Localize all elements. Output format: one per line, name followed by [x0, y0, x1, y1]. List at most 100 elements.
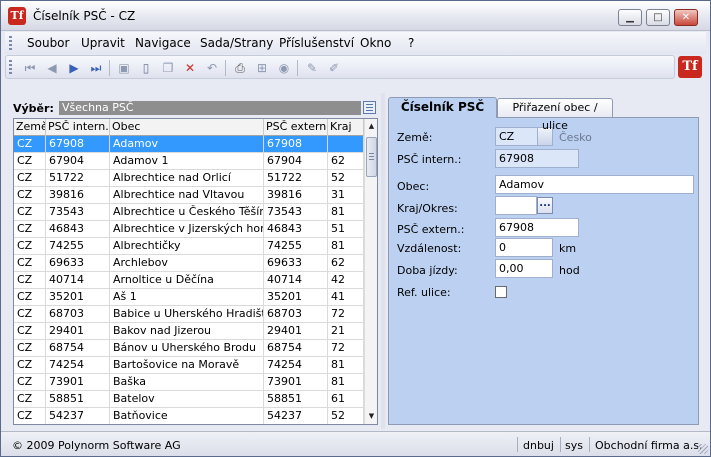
scroll-down-icon[interactable]: ▼ [365, 410, 377, 423]
menu-upravit[interactable]: Upravit [81, 36, 125, 50]
delete-icon[interactable]: ✕ [182, 60, 198, 76]
window-title: Číselník PSČ - CZ [33, 9, 136, 23]
cell-psc-extern: 74255 [264, 238, 328, 254]
pane-splitter[interactable] [381, 93, 385, 429]
cell-kraj: 21 [328, 323, 364, 339]
column-header-zeme[interactable]: Země [14, 119, 46, 136]
cell-obec: Bakov nad Jizerou [110, 323, 264, 339]
status-company: Obchodní firma a.s. [595, 439, 703, 452]
menu-navigace[interactable]: Navigace [135, 36, 191, 50]
menu-sada-strany[interactable]: Sada/Strany [200, 36, 273, 50]
kraj-okres-field[interactable] [495, 196, 537, 215]
cell-psc-extern: 46843 [264, 221, 328, 237]
undo-icon[interactable]: ↶ [204, 60, 220, 76]
table-row[interactable]: CZ 74255 Albrechtičky 74255 81 [14, 238, 364, 255]
doba-jizdy-field[interactable]: 0,00 [495, 259, 553, 278]
edit-off-icon[interactable]: ✐ [326, 60, 342, 76]
kraj-lookup-button[interactable]: ... [537, 197, 553, 214]
vzdalenost-label: Vzdálenost: [397, 242, 462, 255]
doba-jizdy-unit: hod [559, 264, 580, 277]
cell-zeme: CZ [14, 374, 46, 390]
tree-icon[interactable]: ⊞ [254, 60, 270, 76]
print-icon[interactable]: ⎙ [232, 60, 248, 76]
grid-scrollbar[interactable]: ▲ ▼ [364, 119, 377, 424]
last-icon[interactable]: ⏭ [88, 60, 104, 76]
vzdalenost-field[interactable]: 0 [495, 238, 553, 257]
tab-ciselnik-psc[interactable]: Číselník PSČ [388, 97, 497, 118]
column-header-obec[interactable]: Obec [110, 119, 264, 136]
toolbar-grip-icon[interactable] [9, 60, 12, 74]
table-row[interactable]: CZ 68754 Bánov u Uherského Brodu 68754 72 [14, 340, 364, 357]
cell-psc-intern: 58851 [46, 391, 110, 407]
table-row[interactable]: CZ 58851 Batelov 58851 61 [14, 391, 364, 408]
minimize-button[interactable]: ▁ [618, 9, 642, 26]
status-separator [517, 437, 518, 452]
menu-prislusenstvi[interactable]: Příslušenství [279, 36, 354, 50]
cell-zeme: CZ [14, 408, 46, 424]
copy-icon[interactable]: ❐ [160, 60, 176, 76]
cell-obec: Batňovice [110, 408, 264, 424]
table-row[interactable]: CZ 51722 Albrechtice nad Orlicí 51722 52 [14, 170, 364, 187]
table-row[interactable]: CZ 69633 Archlebov 69633 62 [14, 255, 364, 272]
filter-list-icon[interactable] [363, 101, 376, 114]
column-header-kraj[interactable]: Kraj [328, 119, 364, 136]
cell-psc-intern: 67904 [46, 153, 110, 169]
cell-psc-intern: 51722 [46, 170, 110, 186]
ref-ulice-checkbox[interactable] [495, 286, 507, 298]
table-row[interactable]: CZ 54237 Batňovice 54237 52 [14, 408, 364, 424]
psc-extern-field[interactable]: 67908 [495, 218, 579, 237]
grid-rows: CZ 67908 Adamov 67908 CZ 67904 Adamov 1 67904 62… [14, 136, 364, 424]
psc-intern-field[interactable]: 67908 [495, 149, 579, 168]
menu-help[interactable]: ? [408, 36, 414, 50]
cell-kraj: 52 [328, 170, 364, 186]
cell-kraj: 72 [328, 340, 364, 356]
cell-psc-extern: 67904 [264, 153, 328, 169]
cell-psc-intern: 40714 [46, 272, 110, 288]
cell-psc-extern: 68703 [264, 306, 328, 322]
menu-soubor[interactable]: Soubor [27, 36, 69, 50]
maximize-button[interactable]: □ [646, 9, 670, 26]
cell-psc-intern: 35201 [46, 289, 110, 305]
scroll-up-icon[interactable]: ▲ [365, 120, 377, 133]
menu-grip-icon[interactable] [9, 36, 12, 50]
new-icon[interactable]: ▯ [138, 60, 154, 76]
filter-field[interactable]: Všechna PSČ [59, 101, 361, 115]
save-icon[interactable]: ▣ [116, 60, 132, 76]
cell-obec: Albrechtice nad Vltavou [110, 187, 264, 203]
table-row[interactable]: CZ 39816 Albrechtice nad Vltavou 39816 31 [14, 187, 364, 204]
next-icon[interactable]: ▶ [66, 60, 82, 76]
refresh-icon[interactable]: ◉ [276, 60, 292, 76]
close-button[interactable]: ✕ [674, 9, 698, 26]
table-row[interactable]: CZ 35201 Aš 1 35201 41 [14, 289, 364, 306]
table-row[interactable]: CZ 74254 Bartošovice na Moravě 74254 81 [14, 357, 364, 374]
company-logo-button[interactable]: Tf [678, 56, 702, 78]
cell-zeme: CZ [14, 391, 46, 407]
column-header-psc-extern[interactable]: PSČ extern. [264, 119, 328, 136]
cell-kraj: 81 [328, 357, 364, 373]
tab-prirazeni-obec-ulice[interactable]: Přiřazení obec / ulice [497, 98, 613, 132]
cell-zeme: CZ [14, 357, 46, 373]
cell-zeme: CZ [14, 272, 46, 288]
prev-icon[interactable]: ◀ [44, 60, 60, 76]
table-row[interactable]: CZ 67904 Adamov 1 67904 62 [14, 153, 364, 170]
title-bar[interactable]: Tf Číselník PSČ - CZ ▁ □ ✕ [1, 1, 710, 31]
cell-kraj: 81 [328, 238, 364, 254]
table-row[interactable]: CZ 46843 Albrechtice v Jizerských horác 468… [14, 221, 364, 238]
table-row[interactable]: CZ 73543 Albrechtice u Českého Těšína 73543… [14, 204, 364, 221]
table-row[interactable]: CZ 40714 Arnoltice u Děčína 40714 42 [14, 272, 364, 289]
table-row[interactable]: CZ 73901 Baška 73901 81 [14, 374, 364, 391]
column-header-psc-intern[interactable]: PSČ intern. [46, 119, 110, 136]
obec-field[interactable]: Adamov [495, 175, 694, 194]
resize-grip-icon[interactable] [698, 444, 708, 454]
edit-icon[interactable]: ✎ [304, 60, 320, 76]
app-logo-icon[interactable]: Tf [8, 7, 26, 25]
filter-label: Výběr: [13, 102, 54, 115]
cell-obec: Albrechtice nad Orlicí [110, 170, 264, 186]
first-icon[interactable]: ⏮ [22, 60, 38, 76]
table-row[interactable]: CZ 29401 Bakov nad Jizerou 29401 21 [14, 323, 364, 340]
menu-okno[interactable]: Okno [360, 36, 391, 50]
table-row[interactable]: CZ 68703 Babice u Uherského Hradiště 68703 7… [14, 306, 364, 323]
cell-obec: Aš 1 [110, 289, 264, 305]
scroll-thumb[interactable] [366, 137, 377, 177]
table-row[interactable]: CZ 67908 Adamov 67908 [14, 136, 364, 153]
